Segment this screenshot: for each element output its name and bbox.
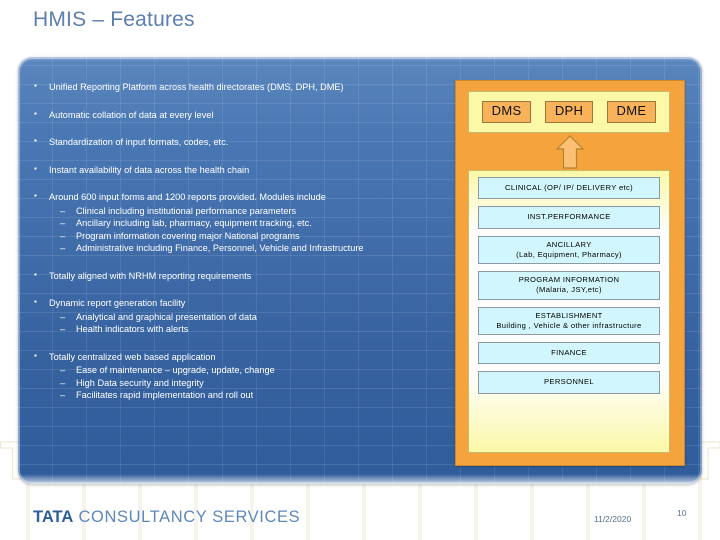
bullet-item: Around 600 input forms and 1200 reports … <box>32 191 452 204</box>
page-title: HMIS – Features <box>33 8 195 31</box>
up-arrow-icon <box>555 135 585 169</box>
module-label: CLINICAL (OP/ IP/ DELIVERY etc) <box>504 183 634 192</box>
footer-date: 11/2/2020 <box>594 514 632 524</box>
sub-bullet-item: High Data security and integrity <box>32 378 452 390</box>
bullet-item: Standardization of input formats, codes,… <box>32 136 452 149</box>
sub-bullet-item: Ease of maintenance – upgrade, update, c… <box>32 365 452 377</box>
bullet-item: Automatic collation of data at every lev… <box>32 109 452 122</box>
sub-bullet-item: Clinical including institutional perform… <box>32 206 452 218</box>
tcs-logo: TATA CONSULTANCY SERVICES <box>33 508 300 527</box>
module-box: PERSONNEL <box>478 371 660 394</box>
bullet-item: Totally centralized web based applicatio… <box>32 351 452 364</box>
bullet-sublist: Analytical and graphical presentation of… <box>32 312 452 336</box>
module-box: INST.PERFORMANCE <box>478 206 660 229</box>
module-label: ANCILLARY <box>546 239 592 249</box>
module-sublabel: (Malaria, JSY,etc) <box>536 285 602 295</box>
bullet-item: Dynamic report generation facility <box>32 297 452 310</box>
bullet-item: Unified Reporting Platform across health… <box>32 81 452 94</box>
sub-bullet-item: Ancillary including lab, pharmacy, equip… <box>32 218 452 230</box>
module-box: CLINICAL (OP/ IP/ DELIVERY etc) <box>478 177 660 200</box>
module-box: FINANCE <box>478 342 660 365</box>
directorate-dme: DME <box>606 101 657 123</box>
module-box: PROGRAM INFORMATION (Malaria, JSY,etc) <box>478 271 660 300</box>
logo-brand-text: TATA <box>33 508 74 526</box>
module-sublabel: (Lab, Equipment, Pharmacy) <box>516 249 622 259</box>
sub-bullet-item: Program information covering major Natio… <box>32 231 452 243</box>
module-label: PERSONNEL <box>544 377 594 387</box>
module-label: INST.PERFORMANCE <box>527 212 611 222</box>
module-label: ESTABLISHMENT <box>535 310 603 320</box>
module-sublabel: Building , Vehicle & other infrastructur… <box>496 320 642 330</box>
sub-bullet-item: Health indicators with alerts <box>32 324 452 336</box>
content-panel: Unified Reporting Platform across health… <box>18 57 702 484</box>
module-box: ANCILLARY (Lab, Equipment, Pharmacy) <box>478 235 660 264</box>
directorates-row: DMS DPH DME <box>468 91 670 133</box>
bullet-sublist: Ease of maintenance – upgrade, update, c… <box>32 365 452 402</box>
bullet-item: Instant availability of data across the … <box>32 164 452 177</box>
bullet-sublist: Clinical including institutional perform… <box>32 206 452 255</box>
module-label: FINANCE <box>551 348 587 357</box>
sub-bullet-item: Analytical and graphical presentation of… <box>32 312 452 324</box>
modules-stack: CLINICAL (OP/ IP/ DELIVERY etc) INST.PER… <box>468 170 670 453</box>
directorate-dph: DPH <box>544 101 594 123</box>
sub-bullet-item: Administrative including Finance, Person… <box>32 243 452 255</box>
module-label: PROGRAM INFORMATION <box>518 275 620 284</box>
bullet-item: Totally aligned with NRHM reporting requ… <box>32 270 452 283</box>
sub-bullet-item: Facilitates rapid implementation and rol… <box>32 390 452 402</box>
footer-page-number: 10 <box>677 508 687 518</box>
directorate-dms: DMS <box>481 101 532 123</box>
feature-bullet-list: Unified Reporting Platform across health… <box>32 81 452 418</box>
logo-rest-text: CONSULTANCY SERVICES <box>73 508 301 526</box>
architecture-diagram: DMS DPH DME CLINICAL (OP/ IP/ DELIVERY e… <box>455 80 685 466</box>
module-box: ESTABLISHMENT Building , Vehicle & other… <box>478 306 660 335</box>
